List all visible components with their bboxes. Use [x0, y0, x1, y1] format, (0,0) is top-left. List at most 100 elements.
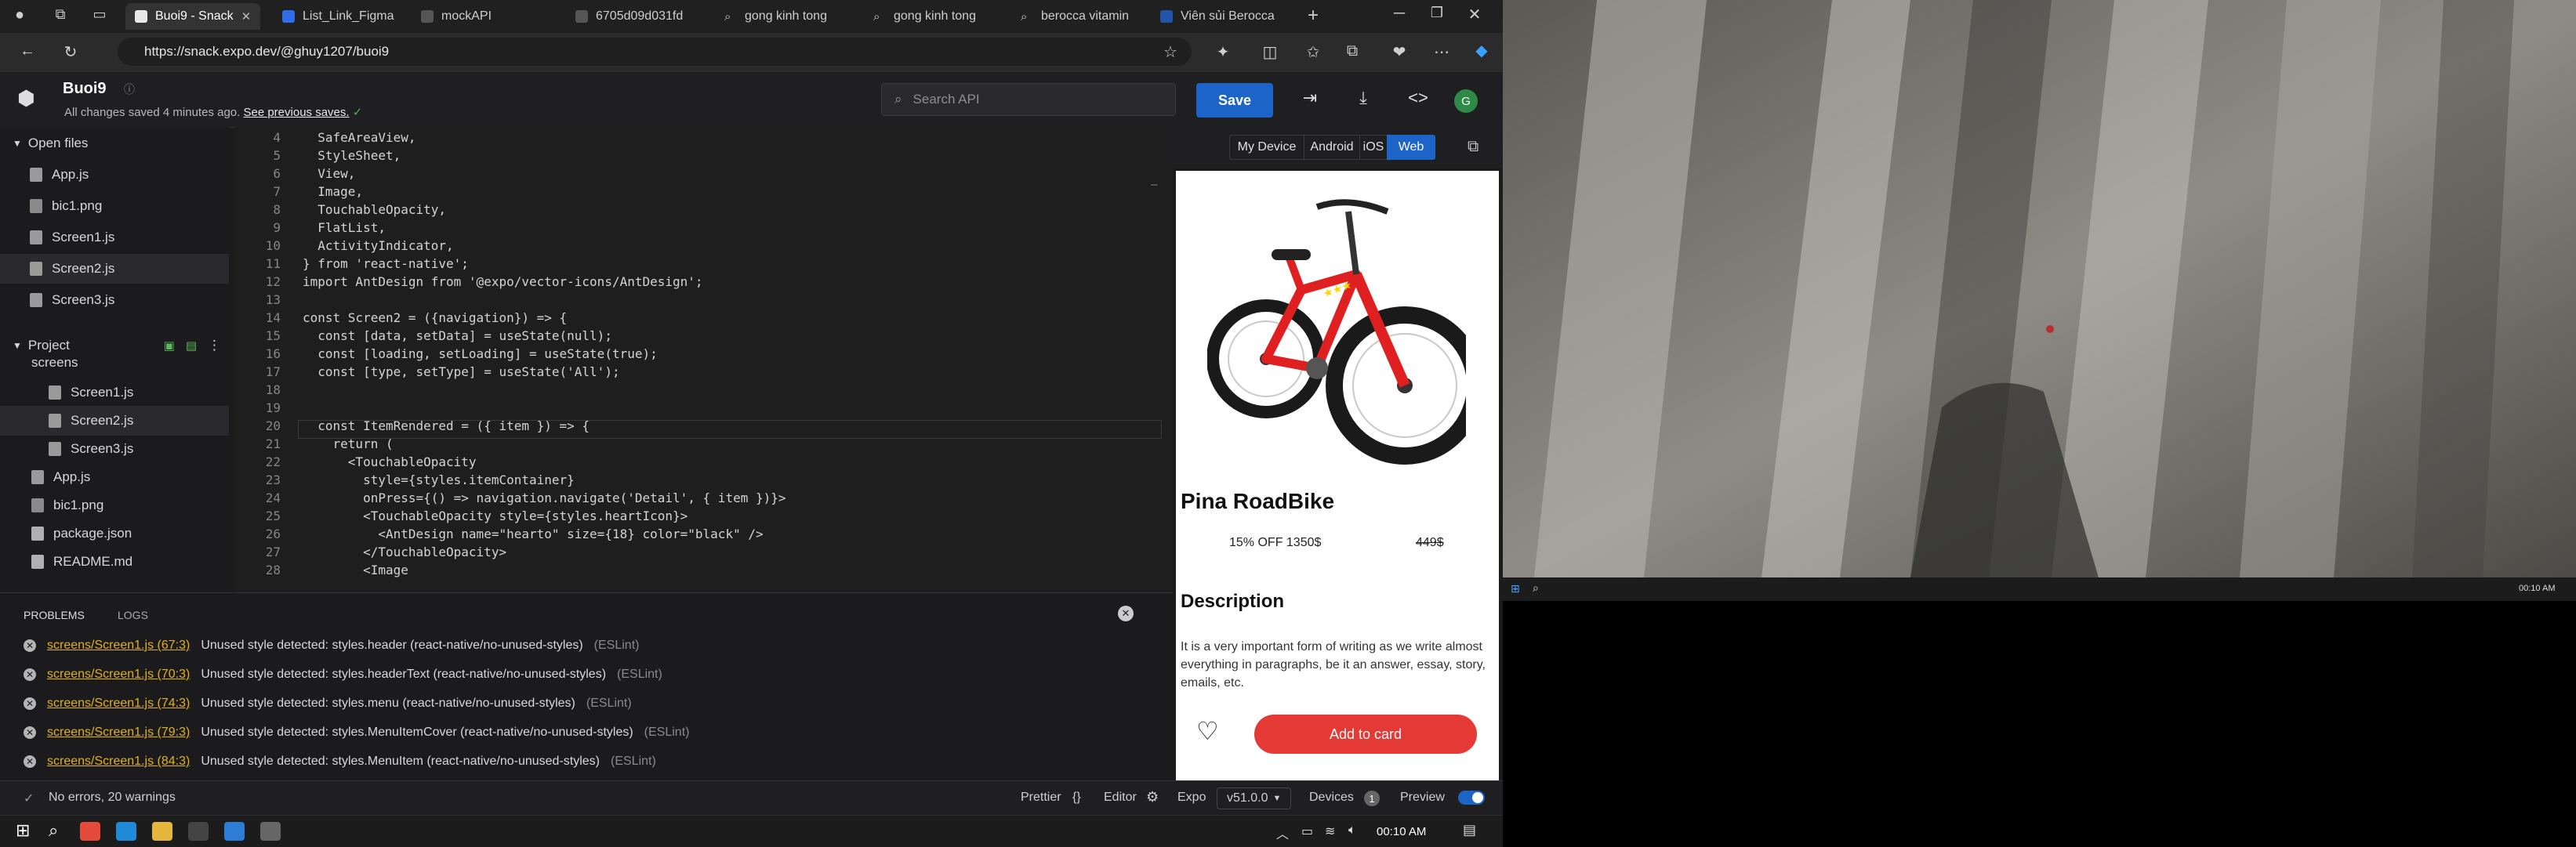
search-icon[interactable]: ⌕: [1533, 581, 1539, 595]
project-file-item-active[interactable]: Screen2.js: [0, 406, 229, 436]
braces-icon[interactable]: {}: [1072, 791, 1081, 805]
project-file-item[interactable]: bic1.png: [0, 490, 229, 520]
tab-my-device[interactable]: My Device: [1229, 135, 1304, 160]
minimize-icon[interactable]: ─: [1388, 5, 1411, 23]
open-file-item[interactable]: bic1.png: [0, 191, 229, 221]
collections-icon[interactable]: ⧉: [1341, 42, 1364, 60]
project-file-item[interactable]: App.js: [0, 462, 229, 492]
prettier-toggle[interactable]: Prettier: [1021, 791, 1061, 805]
close-tab-icon[interactable]: ✕: [241, 9, 252, 24]
tray-chevron-icon[interactable]: ︿: [1276, 823, 1289, 842]
profile-icon[interactable]: ●: [8, 6, 31, 24]
chrome-app-icon[interactable]: [80, 822, 100, 841]
sdk-version-select[interactable]: v51.0.0 ▼: [1217, 787, 1292, 809]
wifi-icon[interactable]: ≋: [1325, 823, 1335, 839]
open-file-item-active[interactable]: Screen2.js: [0, 254, 229, 284]
code-line: } from 'react-native';: [303, 256, 469, 271]
export-icon[interactable]: ⇥: [1297, 88, 1323, 108]
tab-ios[interactable]: iOS: [1359, 135, 1388, 160]
favorites-icon[interactable]: ✩: [1301, 42, 1325, 62]
problem-location[interactable]: screens/Screen1.js (67:3): [47, 639, 190, 653]
problem-row[interactable]: ✕ screens/Screen1.js (67:3) Unused style d…: [24, 639, 639, 653]
close-panel-icon[interactable]: ✕: [1118, 606, 1134, 621]
problem-location[interactable]: screens/Screen1.js (70:3): [47, 668, 190, 682]
warning-icon: ✕: [24, 668, 36, 681]
tab-search-1[interactable]: ⌕ gong kinh tong: [715, 3, 856, 30]
tab-problems[interactable]: PROBLEMS: [24, 609, 85, 621]
system-clock[interactable]: 00:10 AM: [1377, 825, 1426, 838]
tab-figma[interactable]: List_Link_Figma: [273, 3, 398, 30]
vscode-app-icon[interactable]: [224, 822, 245, 841]
editor-settings[interactable]: Editor: [1104, 791, 1137, 805]
close-window-icon[interactable]: ✕: [1463, 5, 1486, 24]
snack-logo-icon[interactable]: ⬢: [17, 86, 35, 110]
project-file-item[interactable]: Screen3.js: [0, 434, 229, 464]
notifications-icon[interactable]: ▤: [1463, 822, 1476, 838]
extensions-icon[interactable]: ✦: [1211, 42, 1235, 62]
add-to-cart-button[interactable]: Add to card: [1254, 715, 1477, 754]
tab-search-2[interactable]: ⌕ gong kinh tong: [864, 3, 1005, 30]
problem-row[interactable]: ✕ screens/Screen1.js (74:3) Unused style d…: [24, 697, 632, 711]
split-screen-icon[interactable]: ◫: [1258, 42, 1282, 62]
save-button[interactable]: Save: [1196, 83, 1273, 118]
open-external-icon[interactable]: ⧉: [1468, 138, 1478, 156]
tab-json[interactable]: 6705d09d031fd: [566, 3, 707, 30]
edge-app-icon[interactable]: [116, 822, 136, 841]
code-editor[interactable]: — 4 SafeAreaView, 5 StyleSheet, 6 View, 7 I…: [235, 127, 1173, 592]
file-explorer-icon[interactable]: [152, 822, 172, 841]
status-summary[interactable]: No errors, 20 warnings: [49, 791, 176, 805]
restore-icon[interactable]: ❐: [1425, 5, 1449, 21]
avatar[interactable]: G: [1454, 89, 1478, 113]
problem-location[interactable]: screens/Screen1.js (79:3): [47, 726, 190, 740]
favorite-star-icon[interactable]: ☆: [1159, 42, 1182, 62]
preview-toggle[interactable]: [1458, 791, 1485, 805]
battery-icon[interactable]: ▭: [1301, 823, 1313, 839]
copilot-status-icon[interactable]: ❤: [1388, 42, 1411, 62]
tab-berocca[interactable]: Viên sủi Berocca: [1151, 3, 1292, 30]
copilot-icon[interactable]: ◆: [1470, 41, 1493, 60]
tab-actions-icon[interactable]: ▭: [88, 6, 111, 23]
problem-row[interactable]: ✕ screens/Screen1.js (84:3) Unused style d…: [24, 755, 656, 769]
volume-icon[interactable]: 🔈︎: [1348, 823, 1356, 838]
start-icon[interactable]: ⊞: [1511, 582, 1520, 595]
workspaces-icon[interactable]: ⧉: [49, 6, 72, 23]
tab-mockapi[interactable]: mockAPI: [412, 3, 557, 30]
tab-android[interactable]: Android: [1304, 135, 1360, 160]
open-files-header[interactable]: ▼ Open files: [0, 128, 229, 158]
problem-location[interactable]: screens/Screen1.js (74:3): [47, 697, 190, 711]
download-icon[interactable]: ⤓: [1350, 88, 1377, 108]
embed-code-icon[interactable]: <>: [1405, 88, 1431, 108]
start-icon[interactable]: ⊞: [16, 820, 30, 841]
code-line: const [loading, setLoading] = useState(t…: [303, 346, 658, 361]
devices-label[interactable]: Devices: [1309, 791, 1354, 805]
tab-snack[interactable]: Buoi9 - Snack ✕: [125, 3, 260, 30]
store-app-icon[interactable]: [188, 822, 209, 841]
project-file-item[interactable]: README.md: [0, 547, 229, 577]
reload-icon[interactable]: ↻: [59, 42, 82, 62]
open-file-item[interactable]: Screen1.js: [0, 223, 229, 252]
open-file-item[interactable]: App.js: [0, 160, 229, 190]
search-icon[interactable]: ⌕: [49, 820, 58, 841]
open-file-item[interactable]: Screen3.js: [0, 285, 229, 315]
tab-web[interactable]: Web: [1387, 135, 1435, 160]
heart-icon[interactable]: ♡: [1196, 716, 1219, 746]
search-api-input[interactable]: ⌕ Search API: [881, 83, 1176, 116]
new-tab-icon[interactable]: +: [1301, 5, 1325, 27]
back-icon[interactable]: ←: [16, 42, 39, 60]
info-icon[interactable]: ⓘ: [124, 81, 135, 97]
file-label: package.json: [53, 526, 132, 541]
gear-icon[interactable]: ⚙: [1146, 789, 1159, 805]
problem-row[interactable]: ✕ screens/Screen1.js (79:3) Unused style d…: [24, 726, 689, 740]
more-menu-icon[interactable]: ⋯: [1430, 42, 1453, 62]
problem-location[interactable]: screens/Screen1.js (84:3): [47, 755, 190, 769]
project-file-item[interactable]: Screen1.js: [0, 378, 229, 407]
project-file-item[interactable]: package.json: [0, 519, 229, 548]
previous-saves-link[interactable]: See previous saves.: [243, 106, 349, 119]
tab-logs[interactable]: LOGS: [118, 609, 148, 621]
tab-search-3[interactable]: ⌕ berocca vitamin: [1011, 3, 1152, 30]
problem-row[interactable]: ✕ screens/Screen1.js (70:3) Unused style d…: [24, 668, 662, 682]
folder-item[interactable]: screens: [0, 351, 229, 375]
app-icon[interactable]: [260, 822, 281, 841]
url-field[interactable]: https://snack.expo.dev/@ghuy1207/buoi9: [118, 38, 1192, 66]
project-name[interactable]: Buoi9: [63, 80, 107, 98]
